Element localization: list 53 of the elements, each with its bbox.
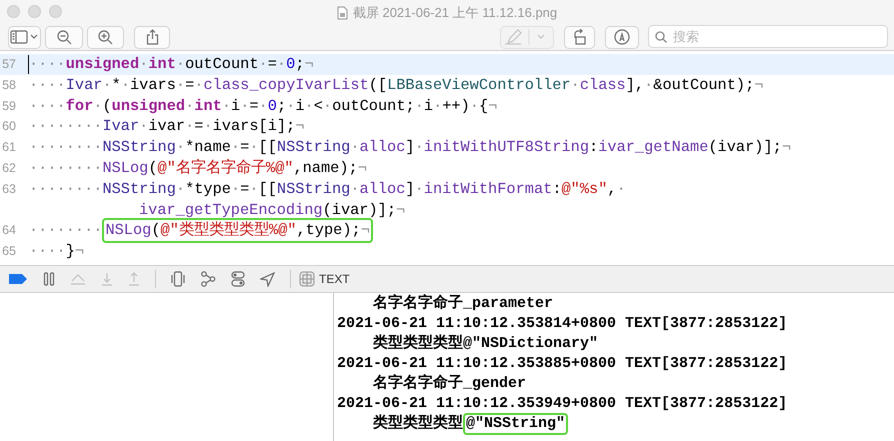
zoom-in-icon bbox=[98, 30, 113, 44]
code-line: ····unsigned·int·outCount·=·0;¬ bbox=[29, 54, 314, 75]
search-icon bbox=[655, 31, 667, 43]
line-number: 59 bbox=[2, 98, 16, 113]
code-line: ivar_getTypeEncoding(ivar)];¬ bbox=[139, 200, 406, 220]
console-line: 名字名字命子_parameter bbox=[372, 294, 554, 314]
app-icon bbox=[299, 271, 315, 287]
line-number: 62 bbox=[2, 160, 16, 175]
line-number: 57 bbox=[2, 57, 16, 71]
pen-circle-button[interactable] bbox=[605, 26, 639, 48]
rotate-icon bbox=[572, 29, 588, 45]
share-icon bbox=[146, 29, 158, 45]
console-line: 2021-06-21 11:10:12.353814+0800 TEXT[3877:2853122] bbox=[337, 314, 788, 334]
console-line: 2021-06-21 11:10:12.353949+0800 TEXT[3877:2853122] bbox=[337, 394, 788, 414]
code-line: ········NSString·*name·=·[[NSString·alloc]·initWithUTF8String:ivar_getName(ivar)];¬ bbox=[29, 137, 791, 158]
code-line: ········ bbox=[29, 220, 102, 242]
line-number: 64 bbox=[2, 223, 16, 238]
toggle-icon[interactable] bbox=[231, 271, 245, 287]
console-line: 2021-06-21 11:10:12.353885+0800 TEXT[3877:2853122] bbox=[337, 354, 788, 374]
code-line: ····}¬ bbox=[29, 241, 84, 262]
console-line: 类型类型类型 bbox=[372, 414, 464, 434]
layers-icon[interactable] bbox=[171, 271, 185, 287]
rotate-button[interactable] bbox=[564, 26, 595, 48]
sidebar-icon bbox=[10, 30, 40, 44]
zoom-out-icon bbox=[56, 30, 72, 44]
breakpoint-icon[interactable] bbox=[8, 273, 28, 285]
graph-icon[interactable] bbox=[200, 271, 216, 287]
line-number: 58 bbox=[2, 78, 16, 92]
share-button[interactable] bbox=[134, 26, 170, 48]
zoom-in-button[interactable] bbox=[87, 26, 124, 48]
code-line: ····Ivar·*·ivars·=·class_copyIvarList([LBBaseViewController·class],·&outCount);¬ bbox=[29, 74, 764, 96]
window-title: 截屏 2021-06-21 上午 11.12.16.png bbox=[352, 4, 558, 22]
sidebar-button[interactable] bbox=[8, 26, 41, 48]
code-line: ········NSString·*type·=·[[NSString·alloc]·initWithFormat:@"%s",· bbox=[29, 178, 626, 200]
code-line: ········NSLog(@"名字名字命子%@",name);¬ bbox=[29, 158, 367, 179]
console-line: 类型类型类型@"NSDictionary" bbox=[372, 334, 598, 354]
zoom-out-button[interactable] bbox=[45, 26, 83, 48]
highlighted-code: NSLog(@"类型类型类型%@",type);¬ bbox=[102, 218, 373, 244]
code-line: ········Ivar·ivar·=·ivars[i];¬ bbox=[29, 116, 304, 138]
line-number: 61 bbox=[2, 140, 16, 154]
scheme-target[interactable]: TEXT bbox=[319, 270, 350, 288]
location-arrow-icon[interactable] bbox=[260, 272, 275, 286]
search-field[interactable]: 搜索 bbox=[648, 25, 888, 48]
document-icon bbox=[336, 6, 348, 20]
pen-circle-icon bbox=[614, 29, 630, 45]
text-cursor bbox=[28, 55, 29, 74]
console-line: 名字名字命子_gender bbox=[372, 374, 526, 394]
line-number: 60 bbox=[2, 119, 16, 134]
pause-icon[interactable] bbox=[43, 272, 55, 286]
highlighted-output: @"NSString" bbox=[463, 413, 568, 435]
line-number: 63 bbox=[2, 182, 16, 196]
line-number: 65 bbox=[2, 244, 16, 258]
code-line: ····for·(unsigned·int·i·=·0;·i·<·outCount;·i·++)·{¬ bbox=[29, 96, 498, 116]
